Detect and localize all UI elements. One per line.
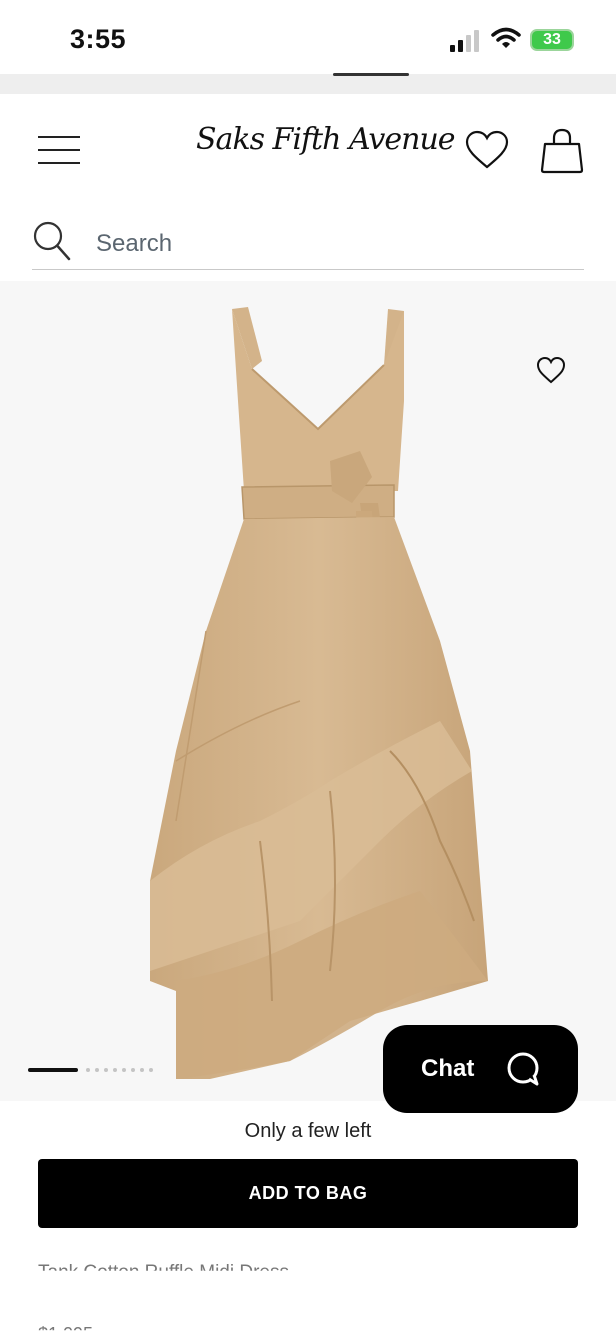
search-icon[interactable] bbox=[32, 220, 72, 262]
shopping-bag-icon[interactable] bbox=[539, 128, 585, 174]
dress-image bbox=[150, 307, 488, 1079]
carousel-dots bbox=[28, 1067, 168, 1075]
browser-toolbar-strip bbox=[0, 74, 616, 94]
heart-outline-icon[interactable] bbox=[465, 130, 509, 170]
status-bar: 3:55 33 bbox=[0, 0, 616, 74]
battery-level: 33 bbox=[543, 31, 561, 48]
saks-logo[interactable]: Saks Fifth Avenue bbox=[196, 122, 456, 166]
product-name: Tank Cotton Ruffle Midi Dress bbox=[38, 1262, 289, 1283]
favorite-heart-icon[interactable] bbox=[536, 356, 566, 384]
carousel-dot[interactable] bbox=[131, 1068, 135, 1072]
signal-icon bbox=[450, 30, 479, 52]
search-input[interactable] bbox=[96, 226, 566, 262]
hamburger-menu-icon[interactable] bbox=[38, 136, 80, 164]
carousel-dot[interactable] bbox=[86, 1068, 90, 1072]
site-header: Saks Fifth Avenue bbox=[0, 94, 616, 204]
carousel-dot[interactable] bbox=[149, 1068, 153, 1072]
carousel-dot[interactable] bbox=[104, 1068, 108, 1072]
carousel-dot[interactable] bbox=[113, 1068, 117, 1072]
add-to-bag-button[interactable]: ADD TO BAG bbox=[38, 1159, 578, 1228]
carousel-dot[interactable] bbox=[122, 1068, 126, 1072]
carousel-dot[interactable] bbox=[95, 1068, 99, 1072]
carousel-dot-active[interactable] bbox=[28, 1068, 78, 1072]
stock-status: Only a few left bbox=[244, 1120, 372, 1142]
chat-button[interactable]: Chat bbox=[383, 1025, 578, 1113]
battery-icon: 33 bbox=[530, 29, 574, 51]
product-image[interactable] bbox=[0, 281, 616, 1101]
product-price: $1,095 bbox=[38, 1324, 93, 1330]
search-bar bbox=[32, 218, 584, 270]
chat-label: Chat bbox=[421, 1055, 475, 1082]
status-time: 3:55 bbox=[70, 24, 127, 54]
browser-handle[interactable] bbox=[333, 73, 409, 76]
chat-bubble-icon bbox=[507, 1052, 539, 1086]
carousel-dot[interactable] bbox=[140, 1068, 144, 1072]
wifi-icon bbox=[491, 27, 521, 48]
